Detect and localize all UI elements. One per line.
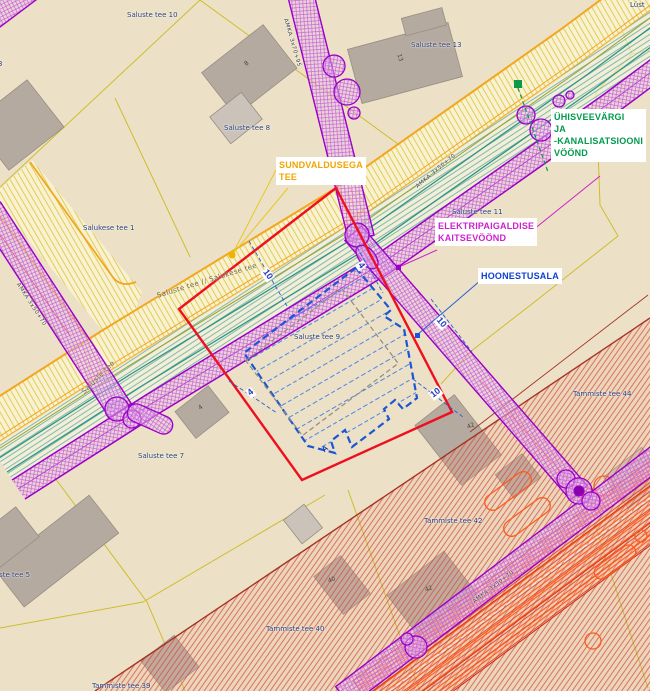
annotation-line: VÖÖND bbox=[554, 147, 643, 159]
map-graphics bbox=[0, 0, 650, 691]
annotation-line: JA bbox=[554, 123, 643, 135]
annotation-line: SUNDVALDUSEGA bbox=[279, 159, 363, 171]
annotation-line: KAITSEVÖÖND bbox=[438, 232, 534, 244]
annotation-hoonestusala: HOONESTUSALA bbox=[478, 268, 562, 284]
map-canvas[interactable]: Saluste tee 10 Saluste tee 13 Saluste te… bbox=[0, 0, 650, 691]
hoonestusala-reference-dot bbox=[415, 333, 420, 338]
electric-reference-dot bbox=[396, 265, 401, 270]
annotation-line: TEE bbox=[279, 171, 363, 183]
annotation-elektripaigaldise-kaitsevoond: ELEKTRIPAIGALDISE KAITSEVÖÖND bbox=[435, 218, 537, 246]
annotation-line: -KANALISATSIOONI bbox=[554, 135, 643, 147]
annotation-line: ELEKTRIPAIGALDISE bbox=[438, 220, 534, 232]
annotation-veevark-voond: ÜHISVEEVÄRGI JA -KANALISATSIOONI VÖÖND bbox=[551, 109, 646, 162]
road-reference-dot bbox=[229, 252, 236, 259]
annotation-sundvaldusega-tee: SUNDVALDUSEGA TEE bbox=[276, 157, 366, 185]
water-reference-dot bbox=[514, 80, 522, 88]
annotation-line: ÜHISVEEVÄRGI bbox=[554, 111, 643, 123]
annotation-line: HOONESTUSALA bbox=[481, 270, 559, 282]
